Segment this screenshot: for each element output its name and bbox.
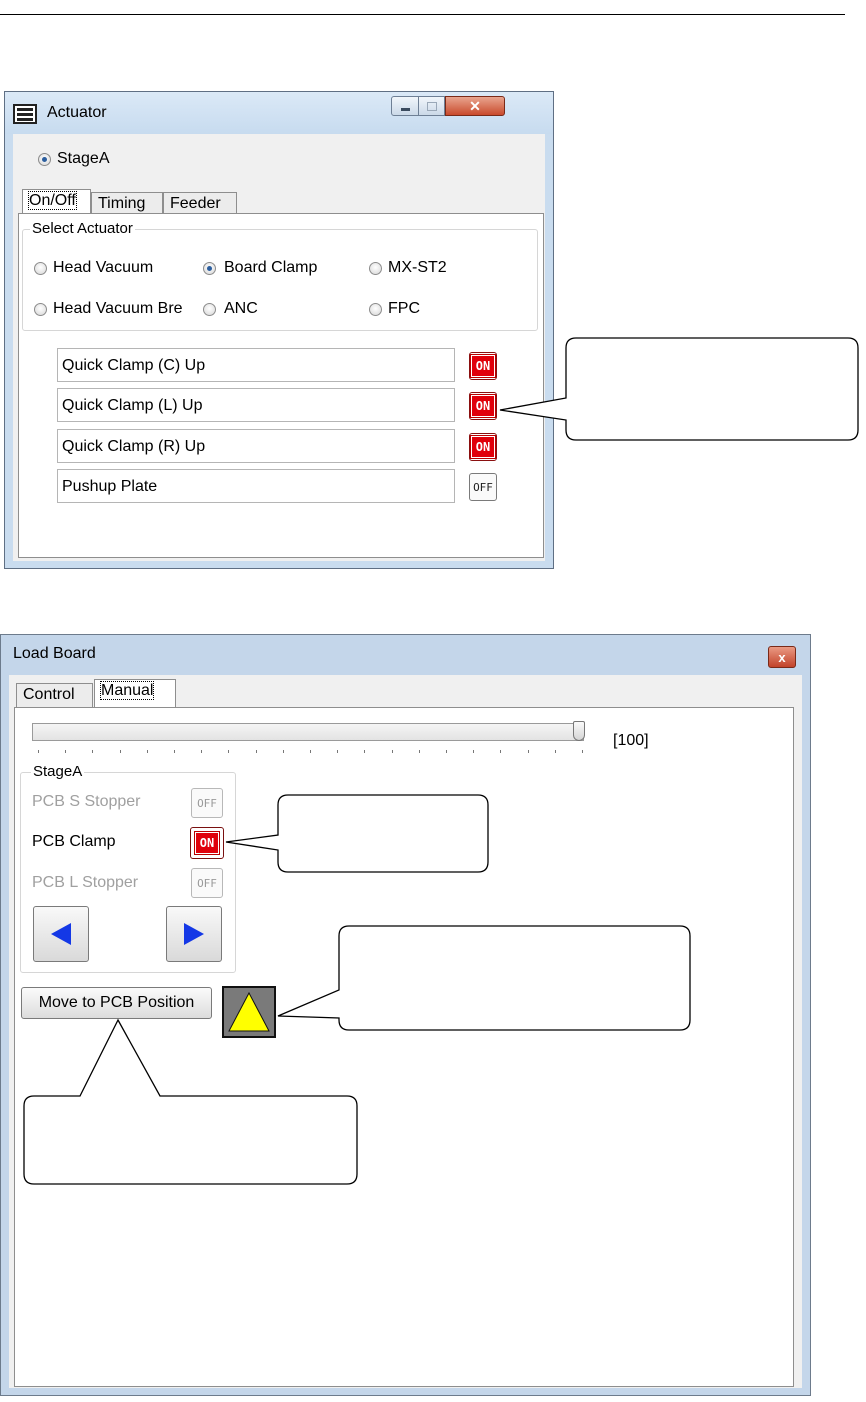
callout-balloon-4 — [23, 1018, 358, 1185]
callout-balloon-1 — [499, 337, 859, 441]
callout-balloon-3 — [277, 925, 691, 1031]
callout-balloon-2 — [225, 794, 489, 873]
callout-layer — [23, 337, 859, 1185]
